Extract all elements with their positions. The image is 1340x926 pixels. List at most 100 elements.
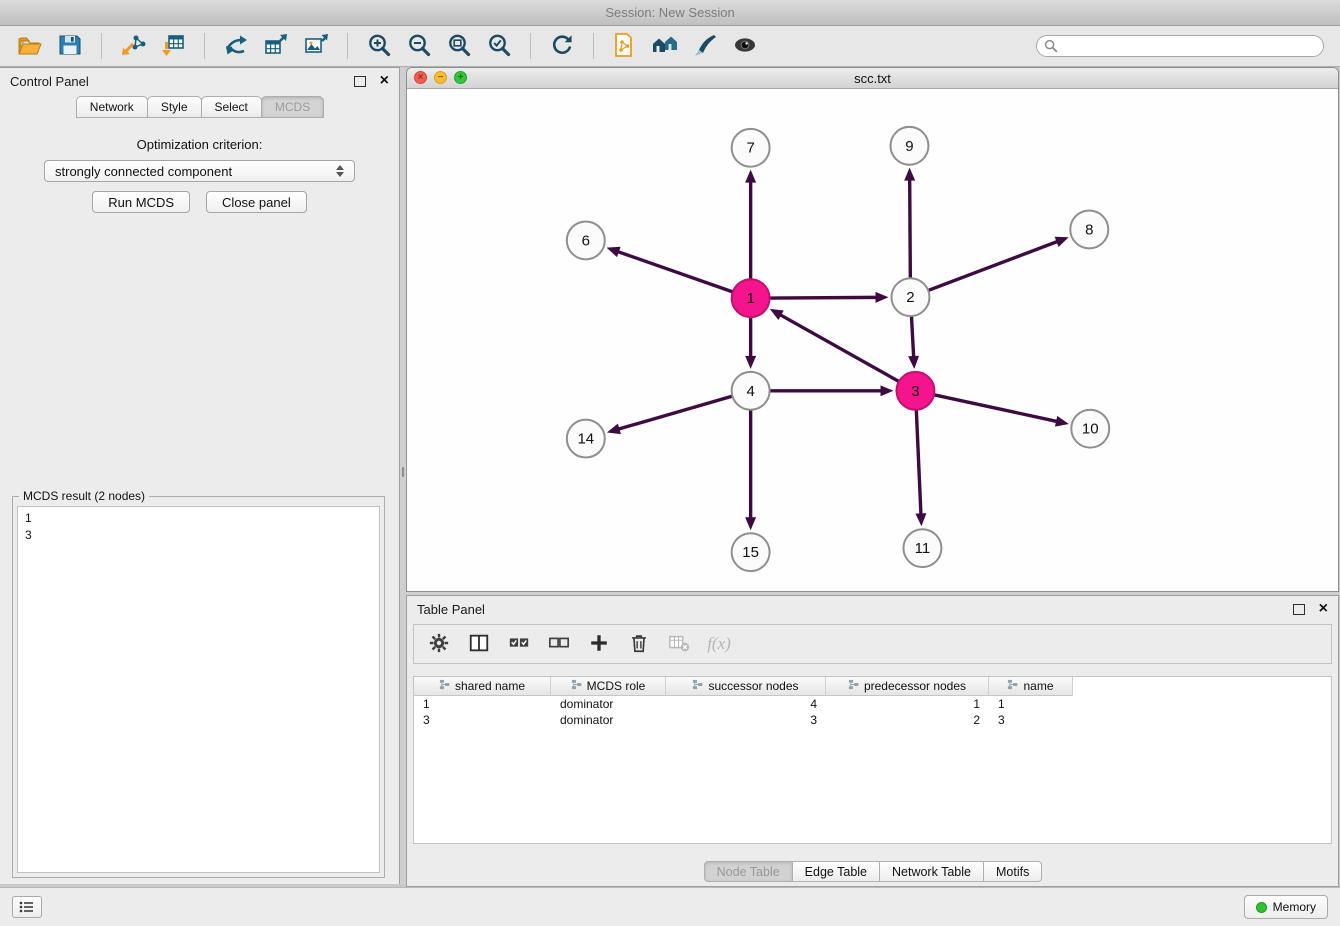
graph-node-6[interactable]: 6 — [567, 221, 605, 259]
export-image-button[interactable] — [298, 30, 334, 62]
task-history-button[interactable] — [12, 896, 42, 918]
graph-node-14[interactable]: 14 — [567, 420, 605, 458]
select-all-button[interactable] — [504, 630, 534, 658]
graph-node-11[interactable]: 11 — [903, 529, 941, 567]
graph-edge-2-3[interactable] — [911, 316, 913, 358]
tab-style[interactable]: Style — [147, 96, 202, 118]
graph-node-15[interactable]: 15 — [732, 533, 770, 571]
close-panel-icon[interactable]: × — [1319, 601, 1328, 617]
zoom-fit-button[interactable] — [441, 30, 477, 62]
table-row[interactable]: 1dominator411 — [414, 696, 1331, 712]
svg-text:9: 9 — [905, 138, 913, 155]
mcds-tab-content: Optimization criterion: strongly connect… — [0, 122, 399, 884]
tab-edge-table[interactable]: Edge Table — [792, 861, 880, 882]
graph-node-9[interactable]: 9 — [890, 127, 928, 165]
table-cell[interactable]: dominator — [551, 712, 666, 728]
network-graph[interactable]: 7 9 6 8 1 2 4 3 14 10 15 11 — [407, 89, 1338, 591]
save-session-button[interactable] — [52, 30, 88, 62]
table-cell[interactable]: 1 — [826, 696, 989, 712]
graph-edge-arrowhead — [915, 513, 926, 526]
svg-text:10: 10 — [1082, 421, 1099, 438]
memory-button[interactable]: Memory — [1244, 895, 1328, 919]
export-image-icon — [303, 32, 329, 61]
graph-edge-1-2[interactable] — [770, 297, 878, 298]
table-cell[interactable]: 3 — [989, 712, 1073, 728]
minimize-window-icon[interactable] — [434, 71, 447, 84]
mcds-result-list[interactable]: 1 3 — [17, 506, 380, 873]
network-window-titlebar[interactable]: scc.txt — [407, 68, 1338, 89]
zoom-selected-button[interactable] — [481, 30, 517, 62]
tab-network[interactable]: Network — [76, 96, 148, 118]
table-cell[interactable]: 2 — [826, 712, 989, 728]
import-table-button[interactable] — [155, 30, 191, 62]
graph-node-1[interactable]: 1 — [732, 279, 770, 317]
delete-table-button[interactable] — [664, 630, 694, 658]
network-from-selection-button[interactable] — [607, 30, 643, 62]
graph-node-3[interactable]: 3 — [896, 372, 934, 410]
svg-text:2: 2 — [906, 289, 914, 306]
graph-node-10[interactable]: 10 — [1071, 410, 1109, 448]
column-header-successor-nodes[interactable]: successor nodes — [666, 677, 826, 696]
table-cell[interactable]: 3 — [666, 712, 826, 728]
graph-edge-3-11[interactable] — [916, 410, 921, 516]
maximize-window-icon[interactable] — [454, 71, 467, 84]
search-input[interactable] — [1036, 35, 1324, 57]
function-builder-button[interactable]: f(x) — [704, 630, 734, 658]
run-mcds-button[interactable]: Run MCDS — [92, 191, 190, 213]
import-network-button[interactable] — [115, 30, 151, 62]
table-cell[interactable]: 1 — [414, 696, 551, 712]
graph-edge-4-14[interactable] — [617, 396, 732, 429]
graph-edge-1-6[interactable] — [617, 251, 733, 292]
tab-node-table[interactable]: Node Table — [704, 861, 793, 882]
toggle-view-button[interactable] — [727, 30, 763, 62]
window-titlebar[interactable]: Session: New Session — [0, 0, 1340, 26]
export-network-icon — [223, 32, 249, 61]
float-panel-icon[interactable] — [354, 76, 366, 87]
graph-node-4[interactable]: 4 — [732, 372, 770, 410]
open-file-button[interactable] — [12, 30, 48, 62]
table-cell[interactable]: 3 — [414, 712, 551, 728]
paint-style-button[interactable] — [687, 30, 723, 62]
svg-text:8: 8 — [1085, 221, 1093, 238]
tab-select[interactable]: Select — [201, 96, 262, 118]
column-header-MCDS-role[interactable]: MCDS role — [551, 677, 666, 696]
graph-node-8[interactable]: 8 — [1070, 211, 1108, 249]
graph-edge-3-10[interactable] — [934, 395, 1058, 422]
graph-node-2[interactable]: 2 — [891, 278, 929, 316]
delete-column-button[interactable] — [624, 630, 654, 658]
zoom-in-button[interactable] — [361, 30, 397, 62]
close-window-icon[interactable] — [414, 71, 427, 84]
tab-motifs[interactable]: Motifs — [983, 861, 1042, 882]
show-column-button[interactable] — [464, 630, 494, 658]
graph-edge-2-8[interactable] — [928, 241, 1058, 290]
export-network-button[interactable] — [218, 30, 254, 62]
zoom-in-icon — [366, 32, 392, 61]
graph-node-7[interactable]: 7 — [732, 129, 770, 167]
table-row[interactable]: 3dominator323 — [414, 712, 1331, 728]
tab-mcds[interactable]: MCDS — [261, 96, 324, 118]
network-canvas[interactable]: 7 9 6 8 1 2 4 3 14 10 15 11 — [407, 89, 1338, 591]
column-header-shared-name[interactable]: shared name — [414, 677, 551, 696]
column-header-name[interactable]: name — [989, 677, 1073, 696]
sort-icon — [692, 679, 703, 693]
refresh-view-button[interactable] — [544, 30, 580, 62]
zoom-out-button[interactable] — [401, 30, 437, 62]
close-panel-button[interactable]: Close panel — [206, 191, 307, 213]
column-header-predecessor-nodes[interactable]: predecessor nodes — [826, 677, 989, 696]
close-panel-icon[interactable]: × — [380, 73, 389, 89]
optimization-dropdown[interactable]: strongly connected component — [44, 160, 355, 182]
export-table-button[interactable] — [258, 30, 294, 62]
first-neighbors-button[interactable] — [647, 30, 683, 62]
float-panel-icon[interactable] — [1293, 604, 1305, 615]
table-cell[interactable]: dominator — [551, 696, 666, 712]
table-cell[interactable]: 4 — [666, 696, 826, 712]
network-view-window: scc.txt 7 9 6 8 1 2 4 3 14 10 15 11 — [406, 67, 1339, 592]
deselect-all-button[interactable] — [544, 630, 574, 658]
tab-network-table[interactable]: Network Table — [879, 861, 984, 882]
graph-edge-3-1[interactable] — [779, 314, 899, 381]
table-cell[interactable]: 1 — [989, 696, 1073, 712]
svg-text:1: 1 — [746, 290, 754, 307]
create-column-button[interactable] — [584, 630, 614, 658]
graph-edge-2-9[interactable] — [910, 179, 911, 279]
table-settings-button[interactable] — [424, 630, 454, 658]
